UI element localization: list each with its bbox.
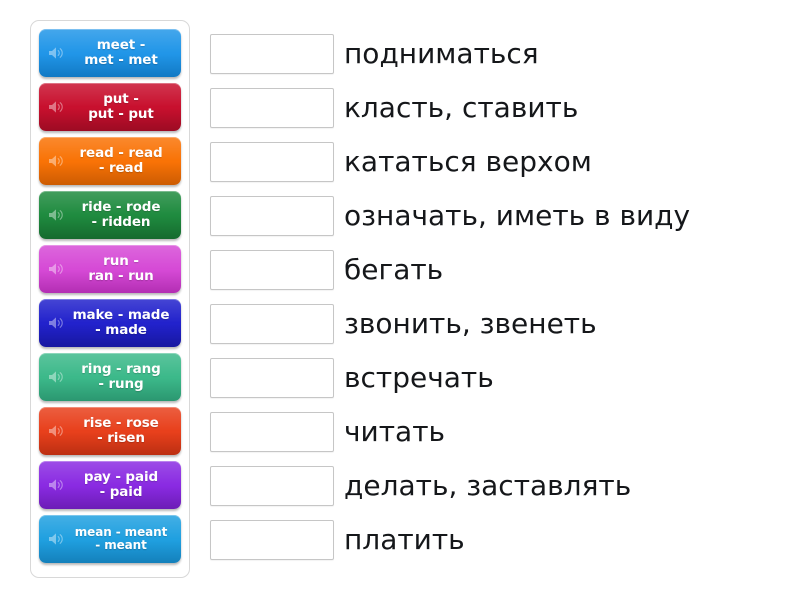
verb-tile-ride[interactable]: ride - rode - ridden xyxy=(39,191,181,239)
drop-zone[interactable] xyxy=(210,358,334,398)
answer-label: звонить, звенеть xyxy=(344,307,597,340)
speaker-icon[interactable] xyxy=(48,153,64,169)
verb-tile-label: run - ran - run xyxy=(88,252,154,284)
drop-zone[interactable] xyxy=(210,304,334,344)
verb-tile-label: ring - rang - rung xyxy=(81,360,161,392)
speaker-icon[interactable] xyxy=(48,531,64,547)
speaker-icon[interactable] xyxy=(48,261,64,277)
drop-zone[interactable] xyxy=(210,466,334,506)
verb-tile-put[interactable]: put - put - put xyxy=(39,83,181,131)
answer-label: подниматься xyxy=(344,37,539,70)
verb-tile-mean[interactable]: mean - meant - meant xyxy=(39,515,181,563)
speaker-icon[interactable] xyxy=(48,45,64,61)
verb-tile-label: make - made - made xyxy=(72,306,170,338)
verb-tile-make[interactable]: make - made - made xyxy=(39,299,181,347)
verb-tile-label: put - put - put xyxy=(88,90,154,122)
drop-zone[interactable] xyxy=(210,142,334,182)
verb-tile-label: read - read - read xyxy=(79,144,163,176)
verb-tile-label: pay - paid - paid xyxy=(83,468,159,500)
answer-label: читать xyxy=(344,415,446,448)
answer-label: делать, заставлять xyxy=(344,469,632,502)
answer-label: кататься верхом xyxy=(344,145,592,178)
drop-zone[interactable] xyxy=(210,412,334,452)
verb-tile-ring[interactable]: ring - rang - rung xyxy=(39,353,181,401)
answer-label: платить xyxy=(344,523,465,556)
verb-tile-rise[interactable]: rise - rose - risen xyxy=(39,407,181,455)
drop-zone[interactable] xyxy=(210,34,334,74)
verb-tile-pay[interactable]: pay - paid - paid xyxy=(39,461,181,509)
drop-zone[interactable] xyxy=(210,520,334,560)
speaker-icon[interactable] xyxy=(48,369,64,385)
speaker-icon[interactable] xyxy=(48,477,64,493)
activity-stage: meet - met - met put - put - put read - re… xyxy=(0,0,800,600)
drop-zone[interactable] xyxy=(210,196,334,236)
verb-tile-label: rise - rose - risen xyxy=(83,414,159,446)
speaker-icon[interactable] xyxy=(48,99,64,115)
speaker-icon[interactable] xyxy=(48,315,64,331)
verb-tile-label: ride - rode - ridden xyxy=(81,198,161,230)
answer-label: встречать xyxy=(344,361,494,394)
answer-label: бегать xyxy=(344,253,444,286)
verb-tile-label: meet - met - met xyxy=(84,36,158,68)
verb-tile-label: mean - meant - meant xyxy=(74,524,168,552)
speaker-icon[interactable] xyxy=(48,423,64,439)
speaker-icon[interactable] xyxy=(48,207,64,223)
drop-zone[interactable] xyxy=(210,250,334,290)
verb-tile-read[interactable]: read - read - read xyxy=(39,137,181,185)
answer-label: означать, иметь в виду xyxy=(344,199,691,232)
tile-panel: meet - met - met put - put - put read - re… xyxy=(30,20,190,578)
drop-zone[interactable] xyxy=(210,88,334,128)
answer-label: класть, ставить xyxy=(344,91,579,124)
verb-tile-meet[interactable]: meet - met - met xyxy=(39,29,181,77)
verb-tile-run[interactable]: run - ran - run xyxy=(39,245,181,293)
